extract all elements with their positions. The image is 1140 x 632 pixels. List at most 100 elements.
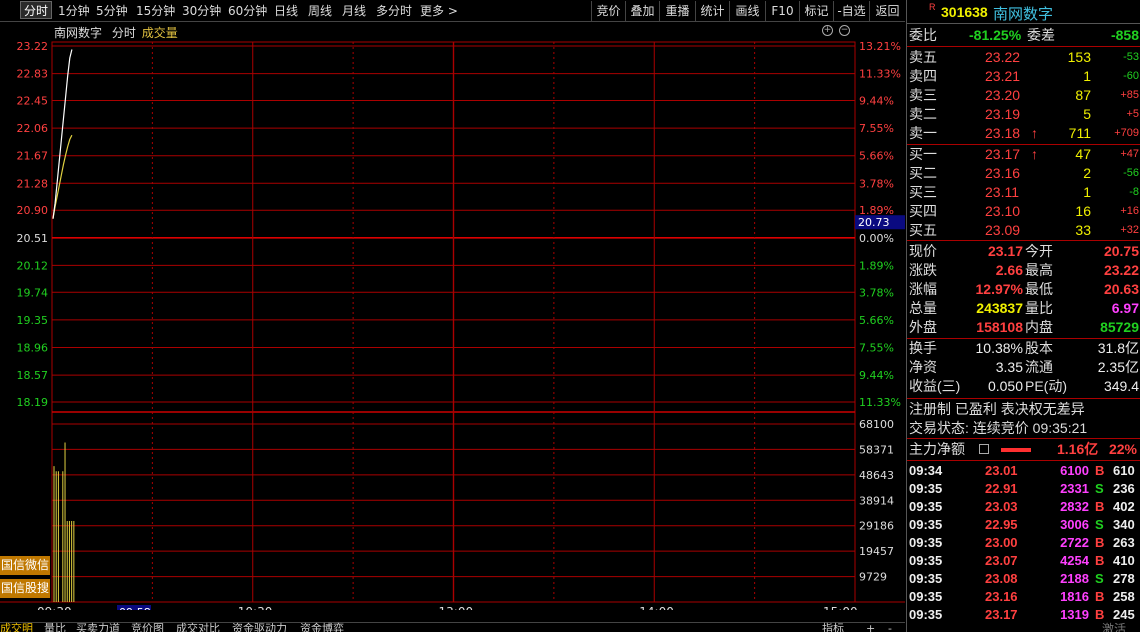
pct-tick: 3.78% (859, 286, 894, 299)
main-flow-row[interactable]: 主力净额 1.16亿 22% (907, 440, 1140, 459)
tick-price: 22.95 (985, 517, 1018, 532)
main-flow-label: 主力净额 (909, 441, 965, 457)
bid-price: 23.11 (985, 184, 1019, 200)
stats-button[interactable]: 统计 (695, 1, 729, 21)
replay-button[interactable]: 重播 (659, 1, 695, 21)
tick-row[interactable]: 09:34 23.01 6100 B 610 (907, 462, 1140, 480)
quote-value: 12.97% (975, 281, 1023, 297)
guoxin-search-button[interactable]: 国信股搜 (0, 579, 50, 598)
weibi-value: -81.25% (969, 27, 1022, 43)
time-tick: 14:00 (639, 605, 674, 610)
indicator-button[interactable]: 指标 (822, 623, 844, 632)
tick-side: S (1095, 571, 1104, 586)
zoom-in-icon[interactable]: + (822, 25, 833, 36)
auction-button[interactable]: 竞价 (591, 1, 625, 21)
bid-volume: 33 (1075, 222, 1091, 238)
ask-change: +5 (1126, 108, 1139, 120)
tick-time: 09:35 (909, 553, 943, 568)
guoxin-wechat-button[interactable]: 国信微信 (0, 556, 50, 575)
legend-name: 南网数字 (54, 26, 103, 40)
tick-price: 23.17 (985, 607, 1018, 622)
tab-fund-drive[interactable]: 资金驱动力 (232, 623, 287, 632)
tab-monthly[interactable]: 月线 (342, 2, 366, 20)
price-tick: 20.12 (17, 259, 49, 272)
tick-row[interactable]: 09:35 23.08 2188 S 278 (907, 570, 1140, 588)
tab-trade-compare[interactable]: 成交对比 (176, 623, 220, 632)
tick-volume: 2722 (1060, 535, 1089, 550)
main-flow-value: 1.16亿 (1057, 441, 1099, 457)
pct-tick: 5.66% (859, 314, 894, 327)
quote-value: 243837 (976, 300, 1023, 316)
tick-row[interactable]: 09:35 22.91 2331 S 236 (907, 480, 1140, 498)
bid-row: 买二 23.16 2 -56 (907, 164, 1140, 183)
ask-level-label: 卖一 (909, 125, 937, 141)
tick-row[interactable]: 09:35 23.03 2832 B 402 (907, 498, 1140, 516)
zoom-out-icon[interactable]: − (839, 25, 850, 36)
trade-status-text: 交易状态: 连续竞价 09:35:21 (909, 420, 1088, 436)
tab-5min[interactable]: 5分钟 (96, 2, 128, 20)
tab-1min[interactable]: 1分钟 (58, 2, 90, 20)
tick-time: 09:34 (909, 463, 943, 478)
quote-row: 涨幅 12.97% 最低 20.63 (907, 280, 1140, 299)
remove-indicator-button[interactable]: - (888, 623, 892, 632)
price-tick: 19.74 (17, 286, 49, 299)
intraday-chart[interactable]: 23.22 13.21% 22.83 11.33% 22.45 9.44% 22.06 7.5… (0, 22, 905, 610)
quote-row: 现价 23.17 今开 20.75 (907, 242, 1140, 261)
tab-multi[interactable]: 多分时 (376, 2, 412, 20)
tick-row[interactable]: 09:35 22.95 3006 S 340 (907, 516, 1140, 534)
tab-daily[interactable]: 日线 (274, 2, 298, 20)
remove-favorite-button[interactable]: -自选 (833, 1, 869, 21)
price-tick: 19.35 (17, 314, 49, 327)
tick-time: 09:35 (909, 571, 943, 586)
add-indicator-button[interactable]: + (866, 623, 875, 632)
quote-row: 外盘 158108 内盘 85729 (907, 318, 1140, 337)
avg-price-line (52, 134, 73, 219)
quote-label: 涨幅 (909, 281, 937, 297)
price-tick: 21.67 (17, 150, 49, 163)
tick-time: 09:35 (909, 589, 943, 604)
tab-trade-detail[interactable]: 成交明 (0, 623, 33, 632)
tab-fenshi[interactable]: 分时 (20, 1, 53, 19)
f10-button[interactable]: F10 (765, 1, 799, 21)
quote-label: 今开 (1025, 243, 1053, 259)
tab-fund-game[interactable]: 资金博弈 (300, 623, 344, 632)
tab-15min[interactable]: 15分钟 (136, 2, 175, 20)
tab-30min[interactable]: 30分钟 (182, 2, 221, 20)
stock-tags: 注册制 已盈利 表决权无差异 (907, 400, 1140, 419)
draw-button[interactable]: 画线 (729, 1, 765, 21)
price-line (52, 49, 73, 219)
tick-row[interactable]: 09:35 23.00 2722 B 263 (907, 534, 1140, 552)
bid-level-label: 买四 (909, 203, 937, 219)
quote-label: 最低 (1025, 281, 1053, 297)
stat-label: 收益(三) (909, 378, 961, 394)
quote-value: 23.17 (987, 243, 1023, 259)
tab-auction-chart[interactable]: 竞价图 (131, 623, 164, 632)
tab-60min[interactable]: 60分钟 (228, 2, 267, 20)
overlay-button[interactable]: 叠加 (625, 1, 659, 21)
ask-level-label: 卖三 (909, 87, 937, 103)
quote-row: 涨跌 2.66 最高 23.22 (907, 261, 1140, 280)
tab-volume-ratio[interactable]: 量比 (44, 623, 66, 632)
tick-price: 23.01 (985, 463, 1018, 478)
volume-tick: 29186 (859, 520, 894, 533)
tab-more[interactable]: 更多 > (420, 2, 458, 20)
quote-label: 外盘 (909, 319, 937, 335)
bid-price: 23.16 (985, 165, 1021, 181)
tick-row[interactable]: 09:35 23.07 4254 B 410 (907, 552, 1140, 570)
quote-value: 2.66 (995, 262, 1023, 278)
price-tick: 20.51 (17, 232, 49, 245)
tick-side: S (1095, 481, 1104, 496)
stock-name[interactable]: 南网数字 (993, 3, 1053, 24)
tick-volume: 2331 (1060, 481, 1089, 496)
tab-buy-sell-power[interactable]: 买卖力道 (76, 623, 120, 632)
tick-row[interactable]: 09:35 23.16 1816 B 258 (907, 588, 1140, 606)
back-button[interactable]: 返回 (869, 1, 905, 21)
ask-change: -53 (1123, 51, 1139, 63)
price-tick: 22.45 (17, 94, 49, 107)
tick-volume: 1816 (1060, 589, 1089, 604)
mark-button[interactable]: 标记 (799, 1, 833, 21)
ask-volume: 711 (1068, 125, 1091, 141)
tab-weekly[interactable]: 周线 (308, 2, 332, 20)
price-tick: 20.90 (17, 204, 49, 217)
pct-tick: 0.00% (859, 232, 894, 245)
